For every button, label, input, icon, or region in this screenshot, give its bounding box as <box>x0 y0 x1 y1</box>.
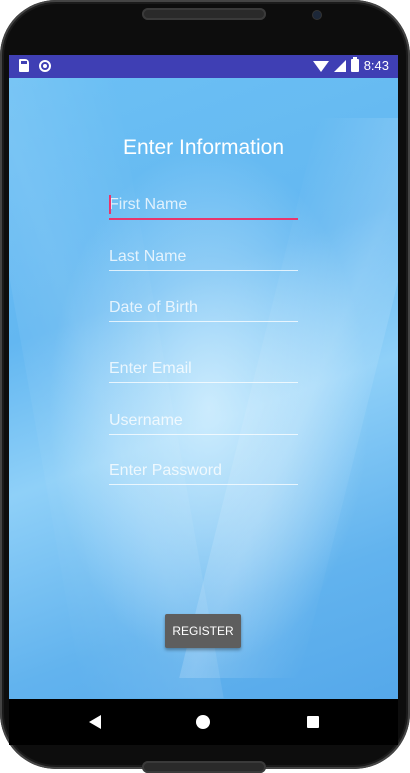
top-speaker <box>142 8 266 20</box>
password-field[interactable] <box>109 458 298 486</box>
dob-input[interactable] <box>109 295 298 322</box>
battery-icon <box>350 57 359 72</box>
register-button[interactable]: REGISTER <box>165 614 241 648</box>
signal-icon <box>333 59 346 72</box>
app-screen: 8:43 Enter Information REGISTER <box>9 55 398 699</box>
home-icon[interactable] <box>196 715 210 729</box>
last-name-input[interactable] <box>109 244 298 271</box>
email-input[interactable] <box>109 356 298 383</box>
navigation-bar <box>9 699 398 745</box>
text-cursor <box>109 195 111 214</box>
front-camera <box>313 11 321 19</box>
status-time: 8:43 <box>363 58 389 73</box>
back-icon[interactable] <box>89 715 101 729</box>
username-input[interactable] <box>109 408 298 435</box>
recents-icon[interactable] <box>307 716 319 728</box>
status-bar: 8:43 <box>9 55 398 78</box>
email-field[interactable] <box>109 356 298 384</box>
username-field[interactable] <box>109 408 298 436</box>
sync-icon <box>39 59 51 72</box>
bottom-speaker <box>142 761 266 773</box>
page-title: Enter Information <box>122 136 285 159</box>
password-input[interactable] <box>109 458 298 485</box>
background-decoration <box>9 78 224 698</box>
first-name-input[interactable] <box>109 192 298 220</box>
wifi-icon <box>312 60 329 72</box>
first-name-field[interactable] <box>109 192 298 220</box>
last-name-field[interactable] <box>109 244 298 272</box>
dob-field[interactable] <box>109 295 298 323</box>
registration-form: Enter Information REGISTER <box>9 78 398 699</box>
sd-card-icon <box>19 59 29 72</box>
